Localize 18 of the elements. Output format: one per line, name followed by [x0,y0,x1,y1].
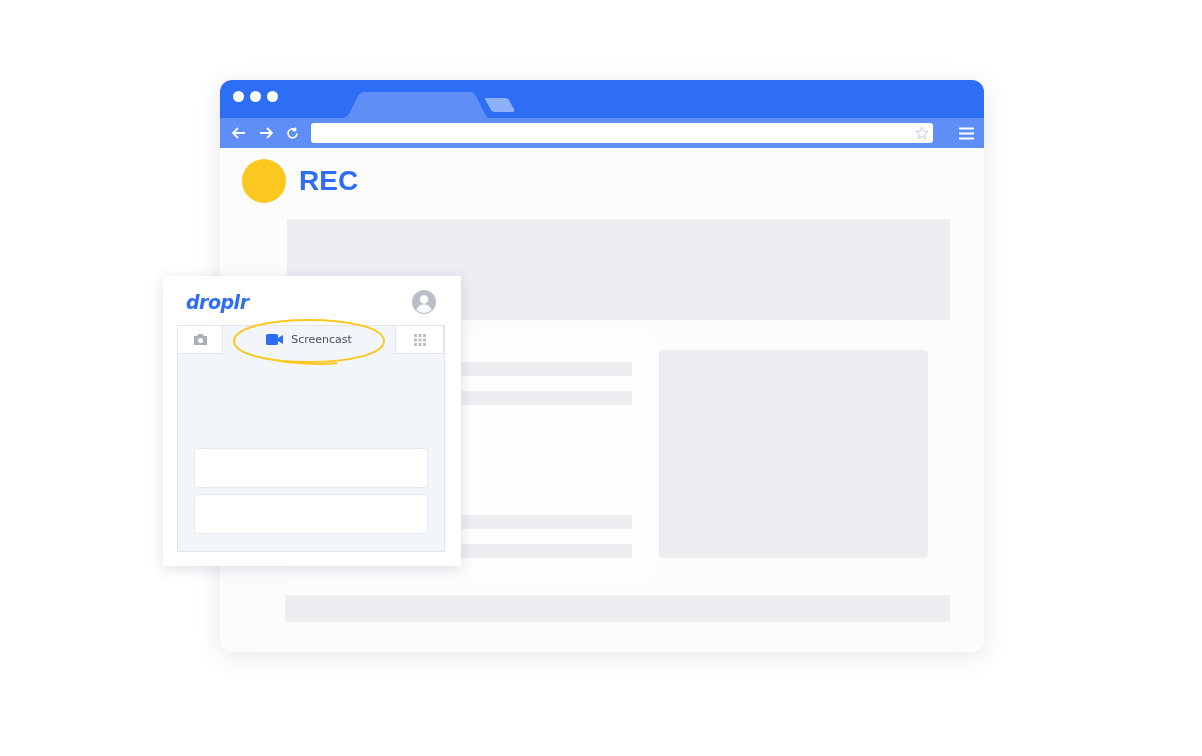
browser-tab[interactable] [485,98,515,112]
forward-arrow-icon[interactable] [259,127,273,139]
camera-icon [192,333,208,346]
tab[interactable] [178,326,223,354]
grid-icon [413,333,426,346]
logo: droplr [186,291,249,313]
window-dot[interactable] [233,91,244,102]
back-arrow-icon[interactable] [232,127,246,139]
menu-icon[interactable] [959,126,974,140]
record-dot [242,159,286,203]
avatar-icon[interactable] [412,290,436,314]
star-icon[interactable] [915,126,929,140]
window-dot[interactable] [250,91,261,102]
reload-icon[interactable] [286,126,299,140]
video-camera-icon [266,334,284,345]
page-heading: REC [299,165,359,197]
tab[interactable] [396,326,444,354]
window-dot[interactable] [267,91,278,102]
